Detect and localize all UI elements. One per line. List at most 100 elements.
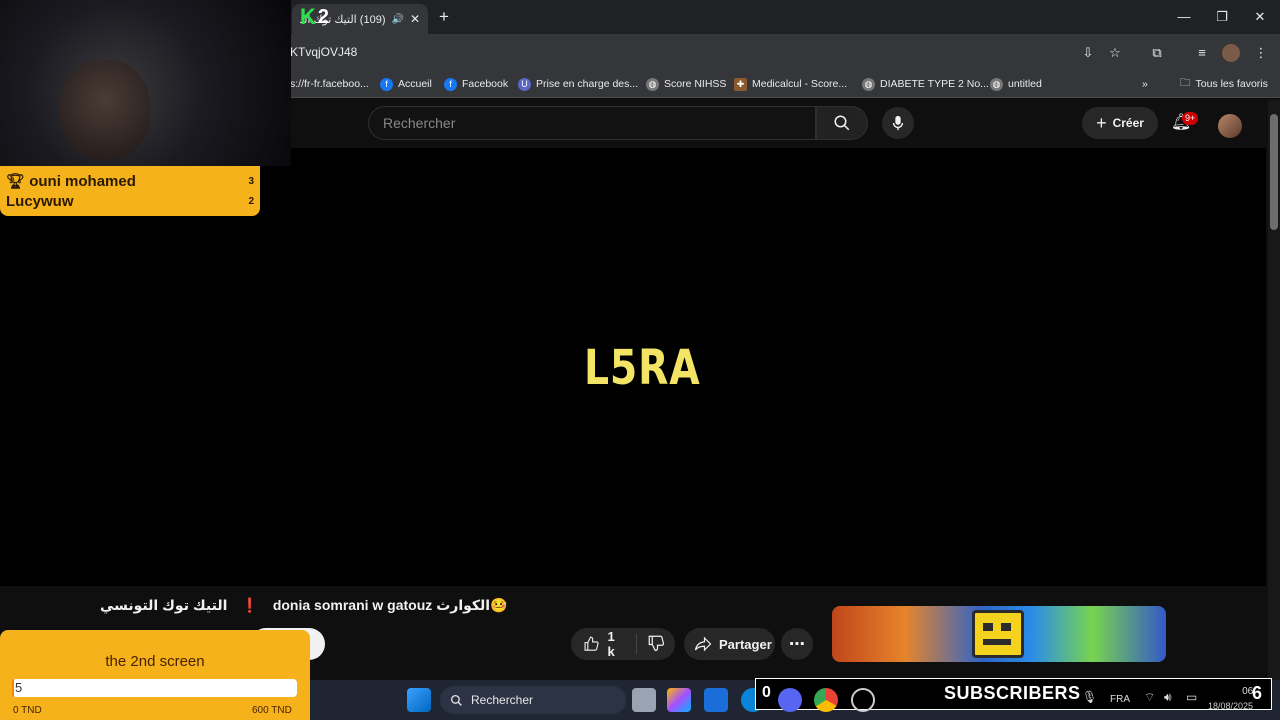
like-count: 1 k (607, 629, 615, 659)
search-input[interactable]: Rechercher (368, 106, 816, 140)
bookmark-item[interactable]: f Accueil (380, 76, 432, 92)
bookmark-label: Prise en charge des... (536, 78, 639, 90)
bookmark-label: Accueil (398, 78, 432, 90)
bookmark-item[interactable]: ✚ Medicalcul - Score... (734, 76, 847, 92)
geometry-dash-icon (972, 610, 1024, 658)
site-icon: U (518, 77, 531, 91)
url-text[interactable]: KTvqjOVJ48 (290, 45, 357, 59)
obs-icon[interactable] (851, 688, 875, 712)
video-title: donia somrani w gatouz الكوارث🤒 (272, 597, 508, 613)
discord-icon[interactable] (778, 688, 802, 712)
copilot-icon[interactable] (667, 688, 691, 712)
leader-rank: 2 (248, 195, 254, 207)
battery-icon[interactable]: ▭ (1186, 690, 1197, 704)
like-dislike-group: 1 k (571, 628, 675, 660)
facebook-icon: f (380, 77, 393, 91)
screen: (109) التيك توك التونسي 🔊 ✕ + — ❐ ✕ KTvq… (0, 0, 1280, 720)
subscribers-label: SUBSCRIBERS (944, 683, 1081, 703)
bookmark-label: DIABETE TYPE 2 No... (880, 78, 989, 90)
goal-max: 600 TND (252, 705, 292, 716)
bookmark-item[interactable]: s://fr-fr.faceboo... (290, 76, 369, 92)
webcam-overlay (0, 0, 291, 166)
goal-value: 5 (15, 680, 23, 695)
bookmark-label: Medicalcul - Score... (752, 78, 848, 90)
maximize-button[interactable]: ❐ (1210, 8, 1234, 26)
leader-name: Lucywuw (6, 192, 74, 210)
profile-icon[interactable] (1222, 44, 1240, 62)
all-favorites-label: Tous les favoris (1195, 78, 1268, 90)
create-label: Créer (1112, 116, 1144, 130)
plus-icon: + (1096, 112, 1107, 133)
microphone-icon[interactable]: 🎙︎ (1082, 690, 1097, 704)
kick-logo-icon: K (300, 4, 316, 29)
voice-search-button[interactable] (882, 107, 914, 139)
share-label: Partager (719, 636, 772, 652)
search-button[interactable] (816, 106, 868, 140)
bookmark-item[interactable]: U Prise en charge des... (518, 76, 638, 92)
folder-icon: 🗀 (1180, 77, 1191, 89)
goal-title: the 2nd screen (105, 653, 205, 670)
close-tab-icon[interactable]: ✕ (410, 12, 420, 26)
leaderboard-row: Lucywuw 2 (6, 191, 254, 211)
create-button[interactable]: + Créer (1082, 107, 1158, 139)
globe-icon: ◍ (862, 77, 875, 91)
globe-icon: ◍ (646, 77, 659, 91)
menu-icon[interactable]: ⋮ (1252, 44, 1270, 62)
wifi-icon[interactable]: ⌔ (1144, 690, 1155, 705)
star-icon[interactable]: ☆ (1106, 44, 1124, 62)
bookmark-item[interactable]: ◍ Score NIHSS (646, 76, 726, 92)
bookmark-item[interactable]: ◍ DIABETE TYPE 2 No... (862, 76, 989, 92)
thumbs-up-icon (584, 636, 599, 651)
clock-time[interactable]: 06: (1206, 686, 1256, 697)
bookmark-item[interactable]: f Facebook (444, 76, 508, 92)
globe-icon: ◍ (990, 77, 1003, 91)
leader-name: ouni mohamed (29, 173, 136, 190)
webcam-person (60, 60, 150, 160)
more-actions-button[interactable]: ⋯ (781, 628, 813, 660)
notification-badge: 9+ (1182, 112, 1199, 125)
new-tab-button[interactable]: + (434, 7, 454, 27)
taskbar-search[interactable]: Rechercher (440, 686, 626, 714)
install-icon[interactable]: ⇩ (1079, 44, 1097, 62)
facebook-icon: f (444, 77, 457, 91)
volume-icon[interactable]: 🔊︎ (1164, 690, 1172, 705)
bookmark-label: untitled (1008, 78, 1042, 90)
subscribers-digit: 6 (1252, 683, 1263, 703)
task-view-icon[interactable] (632, 688, 656, 712)
goal-min: 0 TND (13, 705, 42, 716)
share-icon (694, 636, 712, 652)
more-bookmarks-icon[interactable]: » (1142, 76, 1148, 92)
bookmark-label: Facebook (462, 78, 509, 90)
share-button[interactable]: Partager (684, 628, 775, 660)
language-indicator[interactable]: FRA (1110, 694, 1130, 705)
trophy-icon: 🏆︎ (6, 173, 26, 190)
close-window-button[interactable]: ✕ (1248, 8, 1272, 26)
kick-badge: K 2 (300, 4, 329, 30)
extensions-icon[interactable]: ⧉ (1148, 44, 1166, 62)
minimize-button[interactable]: — (1172, 8, 1196, 26)
goal-progress-fill (12, 679, 15, 697)
avatar[interactable] (1218, 114, 1242, 138)
scrollbar-thumb[interactable] (1270, 114, 1278, 230)
app-icon[interactable] (704, 688, 728, 712)
all-favorites-folder[interactable]: 🗀 Tous les favoris (1180, 76, 1268, 92)
video-title-overlay: L5RA (584, 340, 701, 396)
bookmark-label: Score NIHSS (664, 78, 727, 90)
microphone-icon (892, 115, 904, 131)
bookmark-label: s://fr-fr.faceboo... (290, 78, 369, 90)
windows-start-icon[interactable] (407, 688, 431, 712)
medicalcul-icon: ✚ (734, 77, 747, 91)
clock-date[interactable]: 18/08/2025 (1208, 701, 1253, 711)
like-button[interactable]: 1 k (571, 629, 637, 659)
leaderboard-row: 🏆︎ ouni mohamed 3 (6, 171, 254, 191)
dislike-button[interactable] (637, 634, 675, 655)
media-icon[interactable]: ≡ (1193, 44, 1211, 62)
video-title-row: التيك توك التونسي ❗ donia somrani w gato… (100, 597, 508, 614)
chrome-icon[interactable] (814, 688, 838, 712)
subscribers-count: 0 (762, 684, 771, 701)
bookmark-item[interactable]: ◍ untitled (990, 76, 1042, 92)
channel-tag: التيك توك التونسي (100, 597, 228, 613)
goal-progress-bar: 5 (12, 679, 297, 697)
thumbs-down-icon (648, 635, 665, 651)
search-icon (834, 115, 850, 131)
